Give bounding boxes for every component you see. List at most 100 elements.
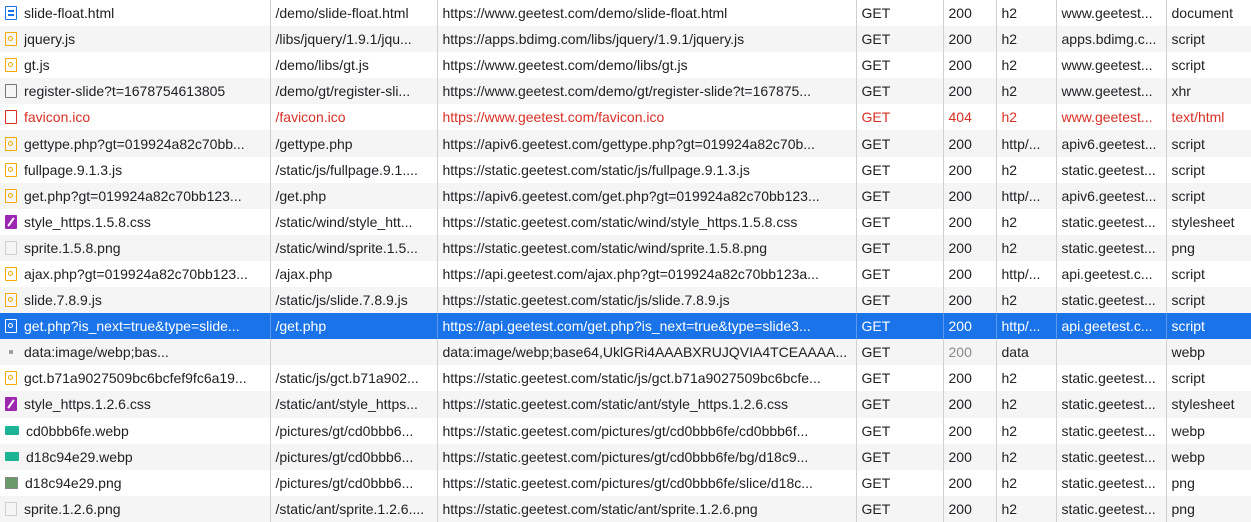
cell-method: GET (856, 104, 944, 131)
cell-name[interactable]: gettype.php?gt=019924a82c70bb... (0, 130, 271, 157)
cell-name[interactable]: sprite.1.2.6.png (0, 495, 271, 522)
cell-path: /static/js/gct.b71a902... (270, 365, 438, 392)
request-row[interactable]: gettype.php?gt=019924a82c70bb... /gettype… (0, 130, 1251, 157)
request-row[interactable]: ajax.php?gt=019924a82c70bb123... /ajax.ph… (0, 260, 1251, 288)
request-row[interactable]: favicon.ico/favicon.ico https://www.geete… (0, 104, 1251, 131)
script-icon (5, 162, 17, 177)
request-row[interactable]: slide.7.8.9.js/static/js/slide.7.8.9.js h… (0, 287, 1251, 314)
cell-path: /demo/slide-float.html (270, 0, 438, 27)
cell-type: webp (1166, 339, 1251, 366)
cell-name[interactable]: get.php?gt=019924a82c70bb123... (0, 182, 271, 209)
cell-url: https://apps.bdimg.com/libs/jquery/1.9.1… (437, 26, 857, 53)
cell-name[interactable]: register-slide?t=1678754613805 (0, 78, 271, 105)
cell-path: /demo/libs/gt.js (270, 52, 438, 79)
cell-protocol: h2 (996, 26, 1057, 53)
request-row[interactable]: gct.b71a9027509bc6bcfef9fc6a19... /static… (0, 365, 1251, 392)
request-row[interactable]: jquery.js/libs/jquery/1.9.1/jqu... https:… (0, 26, 1251, 53)
png-icon (5, 240, 17, 255)
cell-name[interactable]: style_https.1.2.6.css (0, 391, 271, 418)
cell-type: webp (1166, 443, 1251, 470)
cell-method: GET (856, 0, 944, 27)
cell-name[interactable]: slide.7.8.9.js (0, 287, 271, 314)
cell-name[interactable]: gt.js (0, 52, 271, 79)
cell-protocol: h2 (996, 417, 1057, 444)
cell-type: png (1166, 495, 1251, 522)
webp-icon (5, 426, 19, 436)
cell-method: GET (856, 495, 944, 522)
request-name: gettype.php?gt=019924a82c70bb... (24, 135, 245, 152)
cell-type: stylesheet (1171, 213, 1235, 230)
cell-method: GET (856, 287, 944, 314)
cell-name[interactable]: favicon.ico (0, 104, 271, 131)
cell-protocol: h2 (996, 104, 1057, 131)
cell-type: script (1166, 130, 1251, 157)
request-row[interactable]: fullpage.9.1.3.js/static/js/fullpage.9.1… (0, 156, 1251, 183)
cell-path: /ajax.php (270, 260, 438, 288)
request-row[interactable]: sprite.1.5.8.png/static/wind/sprite.1.5.… (0, 234, 1251, 261)
cell-status: 200 (943, 260, 997, 288)
cell-name[interactable]: d18c94e29.webp (0, 443, 271, 470)
cell-name[interactable]: get.php?is_next=true&type=slide... (0, 313, 271, 340)
request-row[interactable]: register-slide?t=1678754613805/demo/gt/r… (0, 78, 1251, 105)
request-row[interactable]: data:image/webp;bas... data:image/webp;ba… (0, 339, 1251, 366)
cell-name[interactable]: slide-float.html (0, 0, 271, 27)
cell-url: https://www.geetest.com/demo/gt/register… (437, 78, 857, 105)
xhr-icon (5, 84, 17, 99)
cell-path: /favicon.ico (270, 104, 438, 131)
cell-method: GET (856, 260, 944, 288)
cell-domain: www.geetest... (1056, 0, 1167, 27)
cell-protocol: h2 (996, 365, 1057, 392)
cell-name[interactable]: gct.b71a9027509bc6bcfef9fc6a19... (0, 365, 271, 392)
request-row[interactable]: style_https.1.5.8.css/static/wind/style_… (0, 208, 1251, 235)
cell-type: png (1171, 474, 1195, 491)
cell-path: /pictures/gt/cd0bbb6... (270, 417, 438, 444)
request-row[interactable]: sprite.1.2.6.png/static/ant/sprite.1.2.6… (0, 495, 1251, 522)
cell-domain: static.geetest... (1056, 234, 1167, 261)
document-icon (5, 6, 17, 21)
cell-type: script (1171, 370, 1205, 387)
cell-status: 200 (943, 52, 997, 79)
cell-path: /get.php (270, 313, 438, 340)
request-name: d18c94e29.png (25, 474, 122, 491)
cell-url: https://api.geetest.com/ajax.php?gt=0199… (437, 260, 857, 288)
cell-status: 200 (943, 287, 997, 314)
cell-url: https://api.geetest.com/get.php?is_next=… (437, 313, 857, 340)
request-row[interactable]: get.php?is_next=true&type=slide... /get.p… (0, 313, 1251, 340)
request-row[interactable]: cd0bbb6fe.webp/pictures/gt/cd0bbb6... htt… (0, 417, 1251, 444)
cell-url: https://static.geetest.com/static/ant/st… (437, 391, 857, 418)
cell-name[interactable]: d18c94e29.png (0, 469, 271, 496)
request-row[interactable]: d18c94e29.png/pictures/gt/cd0bbb6... http… (0, 469, 1251, 496)
cell-domain: apps.bdimg.c... (1056, 26, 1167, 53)
cell-name[interactable]: fullpage.9.1.3.js (0, 156, 271, 183)
cell-status: 200 (943, 417, 997, 444)
cell-type: script (1166, 26, 1251, 53)
cell-url: https://static.geetest.com/pictures/gt/c… (437, 443, 857, 470)
request-row[interactable]: d18c94e29.webp/pictures/gt/cd0bbb6... htt… (0, 443, 1251, 470)
cell-name[interactable]: cd0bbb6fe.webp (0, 417, 271, 444)
cell-name[interactable]: sprite.1.5.8.png (0, 234, 271, 261)
cell-path: /pictures/gt/cd0bbb6... (270, 469, 438, 496)
cell-status: 404 (943, 104, 997, 131)
cell-url: https://www.geetest.com/favicon.ico (437, 104, 857, 131)
request-row[interactable]: gt.js/demo/libs/gt.js https://www.geetest… (0, 52, 1251, 79)
cell-name[interactable]: ajax.php?gt=019924a82c70bb123... (0, 260, 271, 288)
request-row[interactable]: get.php?gt=019924a82c70bb123.../get.php h… (0, 182, 1251, 209)
cell-url: https://static.geetest.com/static/wind/s… (437, 234, 857, 261)
cell-type: script (1171, 265, 1205, 282)
request-row[interactable]: style_https.1.2.6.css/static/ant/style_h… (0, 391, 1251, 418)
cell-domain: static.geetest... (1056, 417, 1167, 444)
cell-type: script (1171, 161, 1205, 178)
cell-url: https://www.geetest.com/demo/libs/gt.js (437, 52, 857, 79)
cell-status: 200 (943, 156, 997, 183)
cell-name[interactable]: data:image/webp;bas... (0, 339, 271, 366)
script-icon (5, 319, 17, 334)
cell-name[interactable]: jquery.js (0, 26, 271, 53)
cell-method: GET (856, 130, 944, 157)
cell-status: 200 (943, 26, 997, 53)
request-row[interactable]: slide-float.html/demo/slide-float.html ht… (0, 0, 1251, 27)
cell-name[interactable]: style_https.1.5.8.css (0, 208, 271, 235)
network-request-table: slide-float.html/demo/slide-float.html ht… (0, 0, 1251, 522)
cell-status: 200 (943, 365, 997, 392)
cell-protocol: h2 (996, 156, 1057, 183)
cell-path: /static/js/fullpage.9.1.... (270, 156, 438, 183)
